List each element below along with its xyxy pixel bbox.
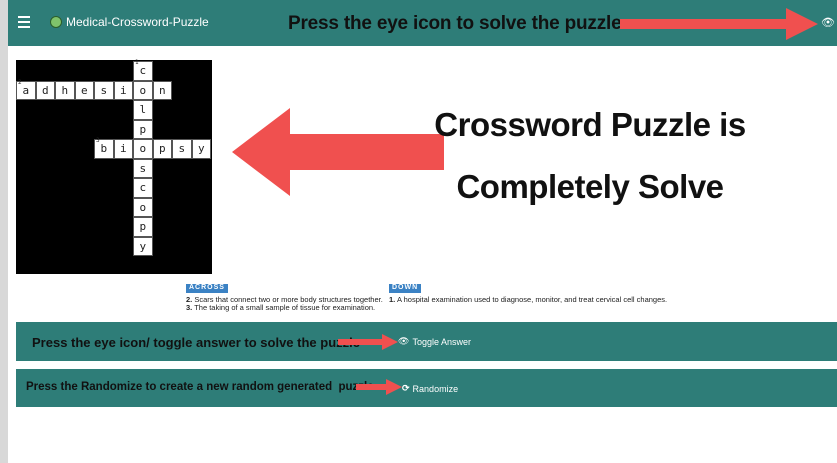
crossword-cell[interactable]: c: [133, 178, 153, 198]
eye-icon: 👁: [398, 336, 410, 346]
solved-annotation-line1: Crossword Puzzle is: [434, 106, 746, 143]
crossword-cell[interactable]: i: [113, 139, 133, 159]
cell-letter: s: [178, 142, 186, 155]
clue-number: 1.: [389, 294, 396, 304]
clue-text: A hospital examination used to diagnose,…: [396, 294, 668, 304]
cell-letter: y: [139, 239, 147, 253]
cell-letter: s: [139, 161, 147, 175]
crossword-cell[interactable]: p: [133, 119, 153, 139]
crossword-cell[interactable]: e: [74, 80, 94, 100]
top-annotation: Press the eye icon to solve the puzzle: [288, 13, 622, 34]
crossword-cell[interactable]: n: [152, 80, 172, 100]
cell-letter: e: [80, 83, 88, 97]
toggle-annotation: Press the eye icon/ toggle answer to sol…: [32, 335, 360, 350]
crossword-grid: 1c2adhesionlp3biopsyscopy: [16, 59, 212, 274]
refresh-icon: ⟳: [402, 383, 410, 393]
cell-letter: c: [139, 64, 147, 77]
cell-letter: i: [119, 142, 127, 155]
randomize-annotation: Press the Randomize to create a new rand…: [26, 381, 374, 393]
cell-letter: l: [139, 103, 147, 116]
cell-number: 2: [18, 78, 22, 86]
cell-letter: c: [139, 181, 147, 194]
toggle-answer-button[interactable]: 👁 Toggle Answer: [398, 336, 471, 347]
crossword-cell[interactable]: 3b: [94, 137, 114, 159]
crossword-cell[interactable]: d: [35, 80, 55, 100]
clue-item: 1. A hospital examination used to diagno…: [389, 294, 668, 305]
clue-text: The taking of a small sample of tissue f…: [194, 303, 376, 312]
cell-letter: d: [41, 83, 49, 97]
cell-letter: i: [119, 83, 127, 97]
turtle-logo-icon: [50, 16, 62, 28]
cell-letter: o: [139, 200, 147, 214]
cell-number: 3: [96, 137, 100, 144]
crossword-cell[interactable]: s: [172, 139, 192, 159]
toggle-answer-bar: Press the eye icon/ toggle answer to sol…: [16, 322, 837, 361]
cell-letter: p: [139, 122, 147, 136]
randomize-bar: Press the Randomize to create a new rand…: [16, 369, 837, 407]
across-heading: ACROSS: [186, 284, 228, 293]
top-navbar: Medical-Crossword-Puzzle Press the eye i…: [8, 0, 837, 46]
cell-letter: o: [139, 83, 147, 97]
crossword-cell[interactable]: s: [133, 158, 153, 178]
crossword-cell[interactable]: o: [133, 139, 153, 159]
hamburger-menu-icon[interactable]: [18, 14, 30, 28]
cell-letter: n: [158, 83, 166, 97]
cell-letter: a: [22, 83, 30, 97]
down-clues: DOWN 1. A hospital examination used to d…: [389, 283, 667, 304]
randomize-label: Randomize: [412, 383, 459, 394]
cell-letter: b: [100, 142, 108, 155]
crossword-cell[interactable]: p: [152, 139, 172, 159]
crossword-cell[interactable]: s: [94, 80, 114, 100]
cell-number: 1: [135, 59, 139, 66]
clue-item: 3. The taking of a small sample of tissu…: [186, 303, 383, 313]
crossword-cell[interactable]: 1c: [133, 59, 153, 81]
solved-arrow: [232, 108, 444, 196]
cell-letter: p: [158, 142, 166, 155]
solved-annotation-line2: Completely Solve: [456, 168, 724, 205]
crossword-cell[interactable]: y: [191, 139, 211, 159]
crossword-cell[interactable]: l: [133, 100, 153, 120]
randomize-button[interactable]: ⟳ Randomize: [402, 383, 458, 394]
cell-letter: h: [61, 83, 69, 97]
cell-letter: y: [197, 142, 205, 155]
top-arrow: [620, 8, 818, 40]
toggle-arrow: [338, 334, 398, 350]
cell-letter: o: [139, 142, 147, 155]
eye-icon[interactable]: 👁: [821, 16, 835, 29]
crossword-cell[interactable]: i: [113, 80, 133, 100]
crossword-cell[interactable]: h: [55, 80, 75, 100]
app-title: Medical-Crossword-Puzzle: [66, 15, 209, 29]
randomize-arrow: [356, 379, 402, 395]
crossword-cell[interactable]: p: [133, 217, 153, 237]
cell-letter: p: [139, 220, 147, 233]
down-heading: DOWN: [389, 284, 422, 293]
toggle-answer-label: Toggle Answer: [412, 336, 471, 347]
clue-number: 3.: [186, 303, 193, 312]
brand[interactable]: Medical-Crossword-Puzzle: [50, 15, 209, 29]
crossword-cell[interactable]: o: [133, 80, 153, 100]
crossword-cell[interactable]: y: [133, 236, 153, 256]
cell-letter: s: [100, 83, 108, 97]
solved-annotation: Crossword Puzzle is Completely Solve: [420, 94, 760, 218]
crossword-cell[interactable]: 2a: [16, 78, 36, 100]
across-clues: ACROSS 2. Scars that connect two or more…: [186, 283, 383, 313]
crossword-cell[interactable]: o: [133, 197, 153, 217]
